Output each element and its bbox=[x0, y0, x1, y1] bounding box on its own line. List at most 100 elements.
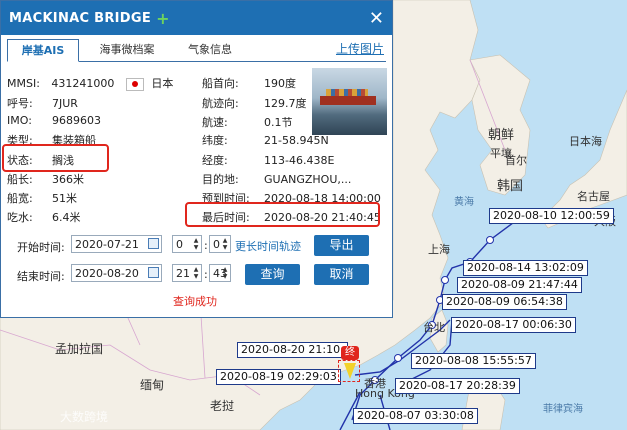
length-value: 366米 bbox=[52, 173, 84, 186]
track-label[interactable]: 2020-08-14 13:02:09 bbox=[463, 260, 588, 276]
start-minute-input[interactable]: 0 ▲ ▼ bbox=[209, 235, 231, 253]
map-label-shanghai: 上海 bbox=[428, 243, 450, 256]
ship-photo-hull bbox=[320, 96, 376, 105]
track-label[interactable]: 2020-08-19 02:29:03 bbox=[216, 369, 341, 385]
destination-value: GUANGZHOU,... bbox=[264, 173, 352, 186]
latitude-row: 纬度: 21-58.945N bbox=[202, 132, 329, 148]
heading-value: 190度 bbox=[264, 77, 296, 90]
ship-photo[interactable] bbox=[312, 68, 387, 135]
longitude-value: 113-46.438E bbox=[264, 154, 335, 167]
query-success-message: 查询成功 bbox=[173, 295, 217, 308]
imo-value: 9689603 bbox=[52, 114, 101, 127]
end-marker-badge: 终 bbox=[341, 346, 359, 360]
destination-label: 目的地: bbox=[202, 173, 239, 186]
spinner-icon[interactable]: ▲ ▼ bbox=[221, 266, 229, 280]
tab-weather[interactable]: 气象信息 bbox=[175, 39, 245, 60]
longitude-label: 经度: bbox=[202, 154, 228, 167]
export-button[interactable]: 导出 bbox=[314, 235, 369, 256]
track-label[interactable]: 2020-08-10 12:00:59 bbox=[489, 208, 614, 224]
ship-info-panel: MACKINAC BRIDGE + ✕ 岸基AIS 海事微档案 气象信息 上传图… bbox=[0, 0, 393, 318]
course-row: 航迹向: 129.7度 bbox=[202, 95, 307, 111]
last-time-highlight bbox=[185, 202, 380, 227]
draft-value: 6.4米 bbox=[52, 211, 81, 224]
length-label: 船长: bbox=[7, 173, 33, 186]
latitude-label: 纬度: bbox=[202, 134, 228, 147]
start-date-input[interactable]: 2020-07-21 bbox=[71, 235, 162, 253]
callsign-value: 7JUR bbox=[52, 97, 78, 110]
selection-box bbox=[338, 360, 360, 382]
track-label[interactable]: 2020-08-20 21:10: bbox=[237, 342, 348, 358]
start-date-value: 2020-07-21 bbox=[75, 238, 139, 251]
spinner-icon[interactable]: ▲ ▼ bbox=[192, 237, 200, 251]
track-label[interactable]: 2020-08-08 15:55:57 bbox=[411, 353, 536, 369]
map-label-myanmar: 缅甸 bbox=[140, 378, 165, 392]
course-value: 129.7度 bbox=[264, 97, 307, 110]
track-label[interactable]: 2020-08-07 03:30:08 bbox=[353, 408, 478, 424]
flag-icon bbox=[125, 77, 144, 91]
mmsi-label: MMSI: bbox=[7, 77, 40, 90]
status-highlight bbox=[2, 144, 109, 172]
add-favorite-icon[interactable]: + bbox=[156, 9, 169, 28]
tab-maritime-archive[interactable]: 海事微档案 bbox=[87, 39, 167, 60]
map-label-yellow-sea: 黄海 bbox=[454, 197, 474, 208]
cancel-button[interactable]: 取消 bbox=[314, 264, 369, 285]
tab-ais[interactable]: 岸基AIS bbox=[7, 39, 79, 62]
map-label-korea-s: 韩国 bbox=[497, 179, 524, 194]
imo-row: IMO: 9689603 bbox=[7, 114, 101, 127]
end-date-input[interactable]: 2020-08-20 bbox=[71, 264, 162, 282]
map-label-seoul: 首尔 bbox=[505, 154, 527, 167]
end-date-value: 2020-08-20 bbox=[75, 267, 139, 280]
spinner-icon[interactable]: ▲ ▼ bbox=[192, 266, 200, 280]
start-hour-input[interactable]: 0 ▲ ▼ bbox=[172, 235, 202, 253]
draft-row: 吃水: 6.4米 bbox=[7, 209, 81, 225]
time-colon: : bbox=[204, 268, 208, 281]
latitude-value: 21-58.945N bbox=[264, 134, 329, 147]
imo-label: IMO: bbox=[7, 114, 32, 127]
track-label[interactable]: 2020-08-09 06:54:38 bbox=[442, 294, 567, 310]
map-label-korea-n: 朝鲜 bbox=[488, 128, 515, 143]
end-minute-input[interactable]: 43 ▲ ▼ bbox=[209, 264, 231, 282]
track-label[interactable]: 2020-08-09 21:47:44 bbox=[457, 277, 582, 293]
width-label: 船宽: bbox=[7, 192, 33, 205]
heading-row: 船首向: 190度 bbox=[202, 75, 296, 91]
end-hour-value: 21 bbox=[176, 267, 190, 280]
course-label: 航迹向: bbox=[202, 97, 239, 110]
width-value: 51米 bbox=[52, 192, 77, 205]
speed-label: 航速: bbox=[202, 116, 228, 129]
map-label-philippine-sea: 菲律宾海 bbox=[543, 404, 583, 415]
speed-row: 航速: 0.1节 bbox=[202, 114, 293, 130]
start-hour-value: 0 bbox=[176, 238, 183, 251]
longer-track-link[interactable]: 更长时间轨迹 bbox=[235, 238, 301, 254]
mmsi-value: 431241000 bbox=[51, 77, 115, 90]
destination-row: 目的地: GUANGZHOU,... bbox=[202, 171, 351, 187]
time-colon: : bbox=[204, 239, 208, 252]
map-label-sea-japan: 日本海 bbox=[569, 135, 602, 148]
track-label[interactable]: 2020-08-17 00:06:30 bbox=[451, 317, 576, 333]
map-label-bangladesh: 孟加拉国 bbox=[55, 342, 104, 356]
callsign-label: 呼号: bbox=[7, 97, 33, 110]
speed-value: 0.1节 bbox=[264, 116, 293, 129]
watermark: 大数跨境 bbox=[60, 410, 109, 424]
close-icon[interactable]: ✕ bbox=[369, 8, 384, 29]
ship-name: MACKINAC BRIDGE bbox=[9, 10, 152, 26]
start-minute-value: 0 bbox=[213, 238, 220, 251]
start-time-label: 开始时间: bbox=[17, 241, 65, 254]
panel-tabs: 岸基AIS 海事微档案 气象信息 上传图片 bbox=[7, 39, 386, 62]
width-row: 船宽: 51米 bbox=[7, 190, 77, 206]
ship-photo-containers bbox=[326, 89, 368, 96]
calendar-icon[interactable] bbox=[148, 238, 159, 249]
upload-photo-link[interactable]: 上传图片 bbox=[336, 39, 384, 59]
end-hour-input[interactable]: 21 ▲ ▼ bbox=[172, 264, 202, 282]
map-label-nagoya: 名古屋 bbox=[577, 190, 610, 203]
spinner-icon[interactable]: ▲ ▼ bbox=[221, 237, 229, 251]
end-time-label: 结束时间: bbox=[17, 270, 65, 283]
calendar-icon[interactable] bbox=[148, 267, 159, 278]
map-label-laos: 老挝 bbox=[210, 399, 235, 413]
query-button[interactable]: 查询 bbox=[245, 264, 300, 285]
draft-label: 吃水: bbox=[7, 211, 33, 224]
map-label-taipei: 台北 bbox=[423, 321, 445, 334]
length-row: 船长: 366米 bbox=[7, 171, 84, 187]
heading-label: 船首向: bbox=[202, 77, 239, 90]
end-marker[interactable]: 终 bbox=[338, 346, 360, 382]
track-label[interactable]: 2020-08-17 20:28:39 bbox=[395, 378, 520, 394]
